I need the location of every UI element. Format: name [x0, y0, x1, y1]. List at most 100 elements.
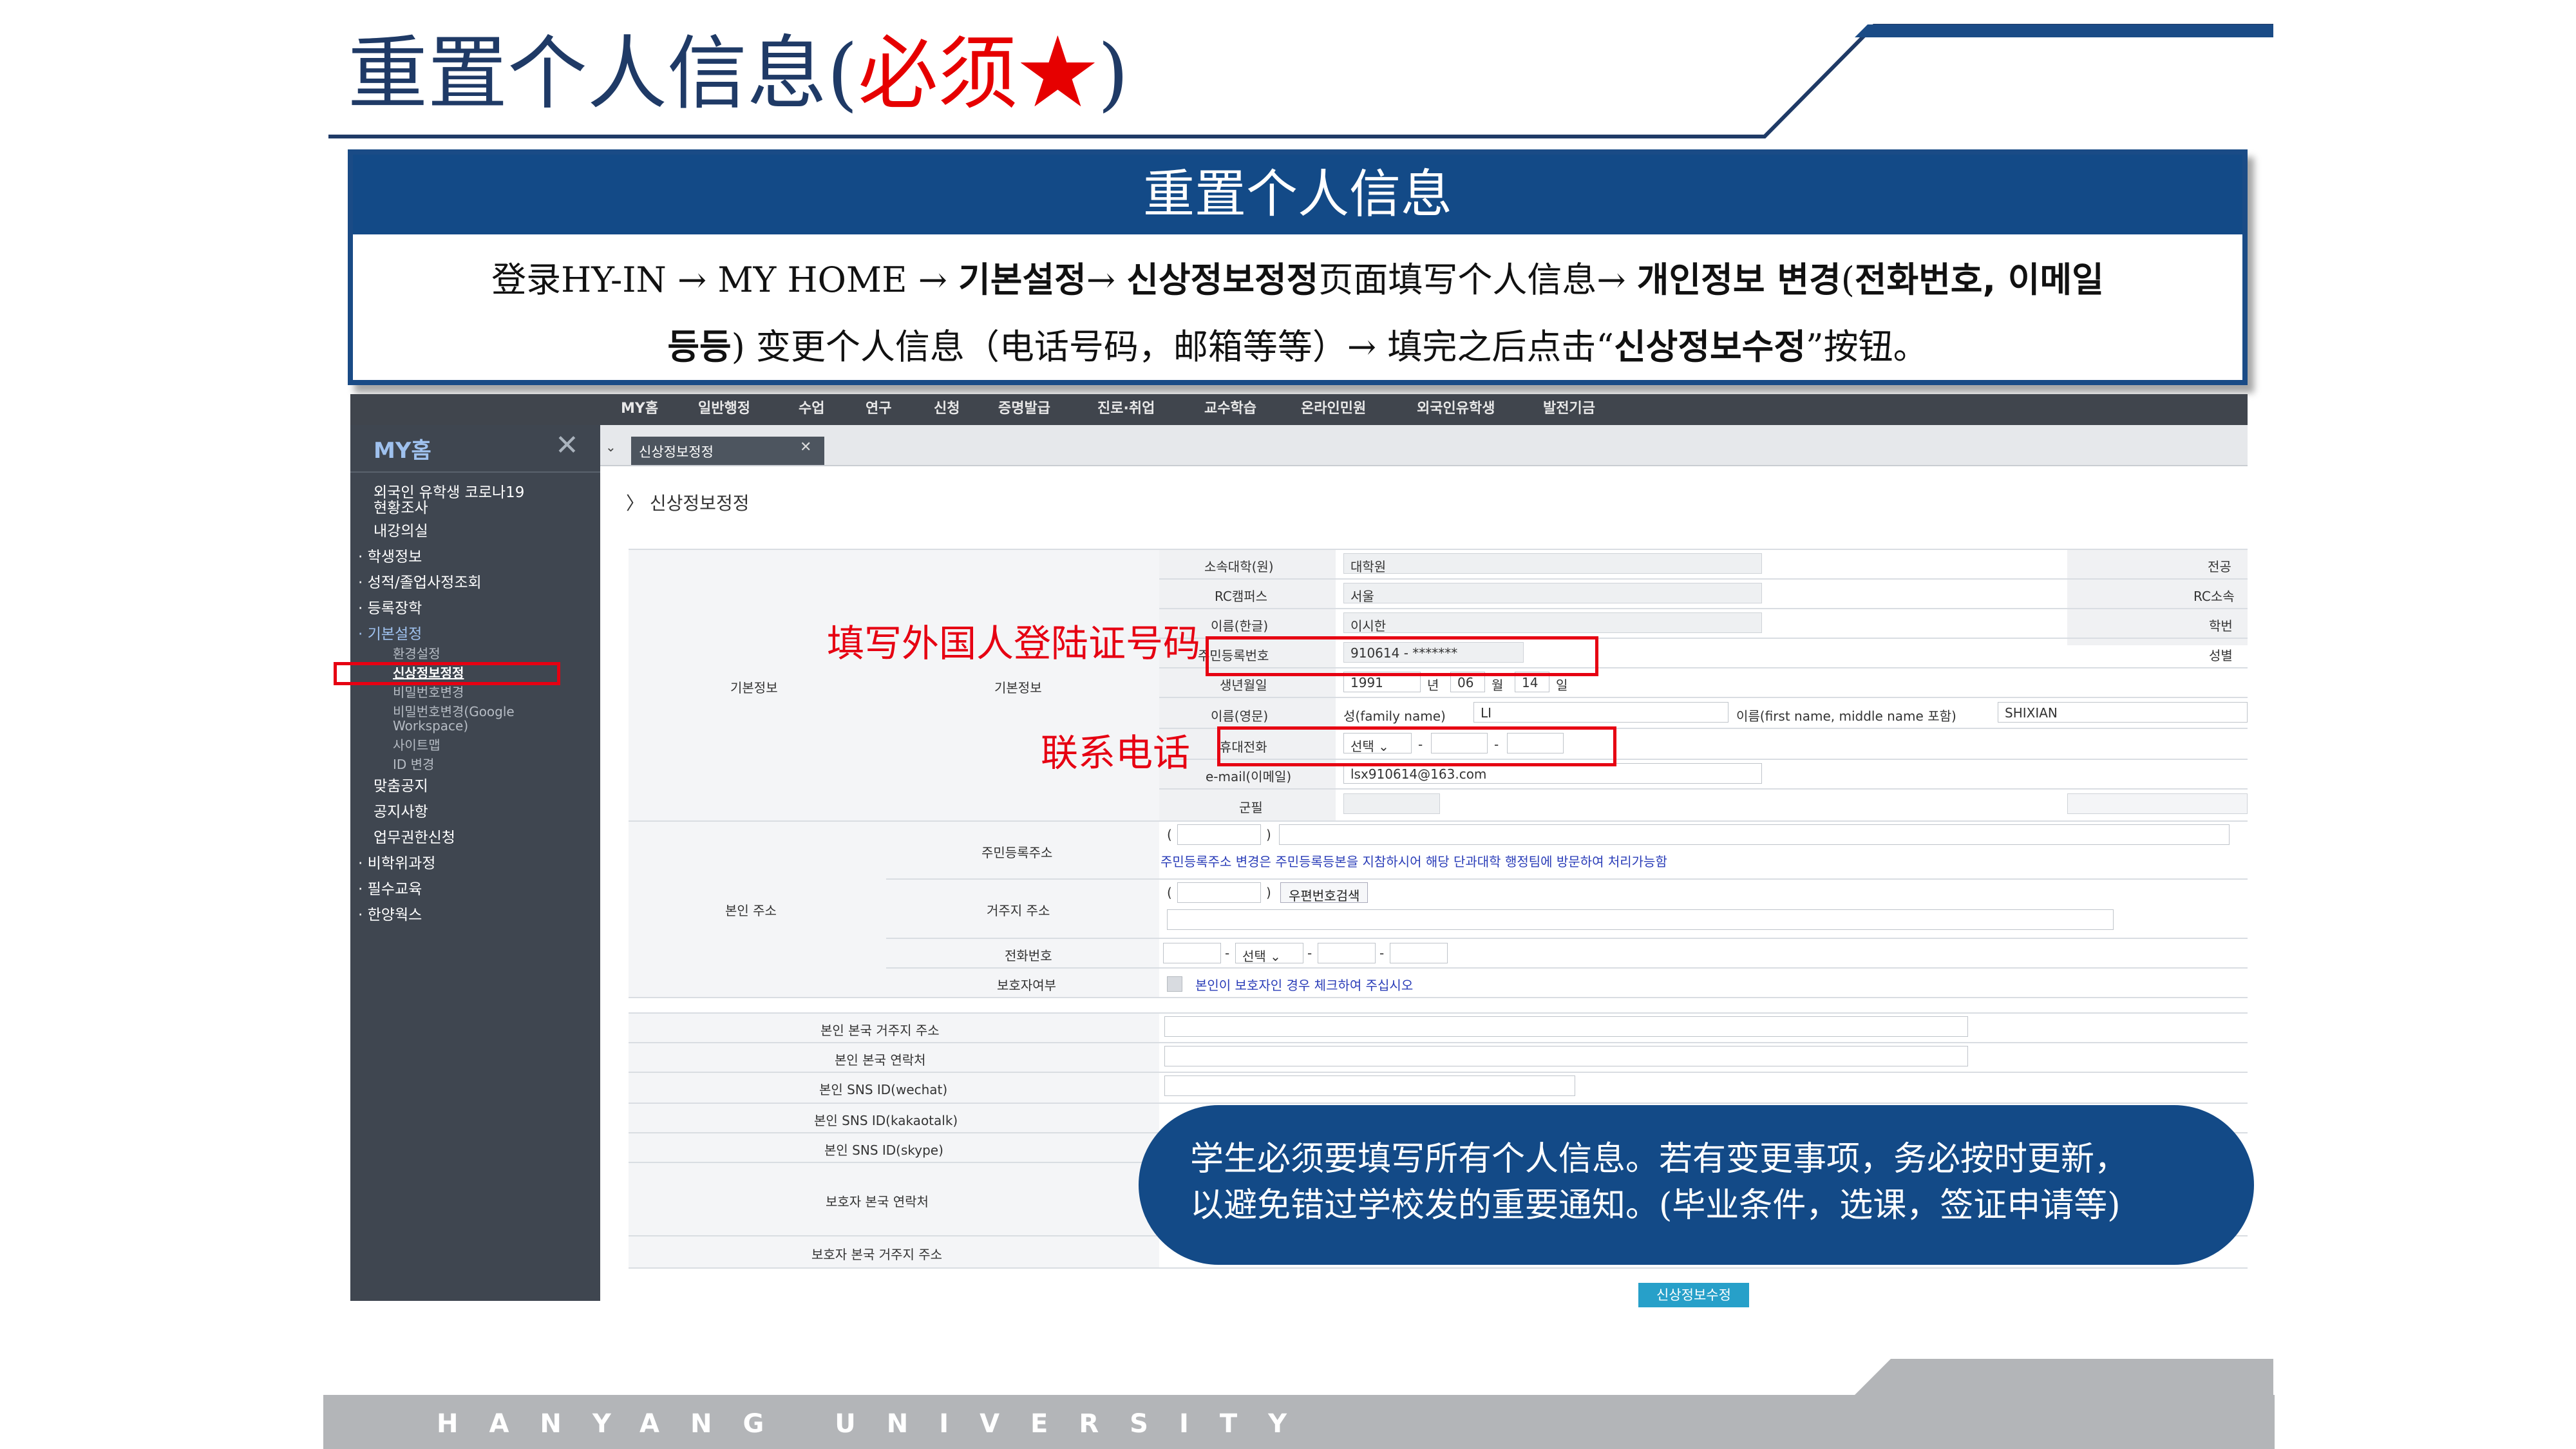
gender-label: 성별: [2209, 648, 2233, 663]
callout-line-1: 学生必须要填写所有个人信息。若有变更事项，务必按时更新，: [1190, 1140, 2128, 1179]
wechat-input[interactable]: [1164, 1075, 1575, 1096]
phone-area-input[interactable]: [1163, 943, 1221, 963]
chevron-down-icon[interactable]: ⌄: [605, 439, 616, 455]
sidebar-item-scholarship[interactable]: · 등록장학: [358, 600, 422, 617]
sidebar-item-student-info[interactable]: · 학생정보: [358, 549, 422, 565]
required-mark: 必须★: [858, 28, 1098, 120]
phone-prefix-select[interactable]: 선택 ⌄: [1235, 943, 1303, 964]
resident-address-input[interactable]: [1279, 824, 2230, 845]
close-icon[interactable]: ✕: [555, 429, 579, 462]
grid-line: [886, 878, 2248, 880]
nav-online-civil[interactable]: 온라인민원: [1301, 397, 1366, 417]
nav-research[interactable]: 연구: [866, 397, 891, 417]
zip-search-button[interactable]: 우편번호검색: [1280, 882, 1368, 904]
page-heading: 〉 신상정보정정: [626, 493, 750, 514]
skype-label: 본인 SNS ID(skype): [824, 1142, 943, 1158]
slide-title: 重置个人信息(必须★): [348, 28, 1129, 120]
nav-application[interactable]: 신청: [934, 397, 960, 417]
nav-general-admin[interactable]: 일반행정: [698, 397, 750, 417]
tab-bar: ⌄ 신상정보정정 ✕: [600, 425, 2248, 466]
given-name-input[interactable]: SHIXIAN: [1998, 702, 2248, 723]
sidebar-item-custom-notice[interactable]: 맞춤공지: [374, 778, 428, 795]
kakaotalk-label: 본인 SNS ID(kakaotalk): [814, 1113, 958, 1128]
affiliation-value: 대학원: [1343, 553, 1762, 574]
korean-name-value: 이시한: [1343, 612, 1762, 633]
tab-label: 신상정보정정: [639, 444, 714, 460]
sidebar-item-my-classroom[interactable]: 내강의실: [374, 523, 428, 540]
sidebar-item-hanyang-works[interactable]: · 한양웍스: [358, 907, 422, 923]
wechat-label: 본인 SNS ID(wechat): [819, 1082, 948, 1097]
sidebar-sub-password-change[interactable]: 비밀번호변경: [393, 685, 464, 699]
group-label-address: 본인 주소: [725, 903, 777, 918]
highlight-sidebar-item: [334, 662, 560, 685]
family-name-label: 성(family name): [1343, 708, 1446, 724]
rc-campus-value: 서울: [1343, 583, 1762, 603]
month-unit: 월: [1492, 677, 1504, 693]
military-value: [1343, 793, 1440, 814]
sidebar-item-notices[interactable]: 공지사항: [374, 804, 428, 820]
military-label: 군필: [1239, 800, 1263, 815]
submit-personal-info-button[interactable]: 신상정보수정: [1638, 1283, 1749, 1307]
paren-close: ): [1266, 885, 1271, 900]
sidebar-item-permission-request[interactable]: 업무권한신청: [374, 829, 455, 846]
sidebar-item-grades[interactable]: · 성적/졸업사정조회: [358, 574, 482, 591]
instruction-line-1: 登录HY-IN → MY HOME → 기본설정→ 신상정보정정页面填写个人信息…: [491, 260, 2104, 300]
footer-bar: HANYANG UNIVERSITY: [323, 1395, 2275, 1449]
sidebar-sub-sitemap[interactable]: 사이트맵: [393, 738, 440, 752]
annotation-alien-registration: 填写外国人登陆证号码: [827, 621, 1201, 665]
sidebar-item-covid-survey[interactable]: 외국인 유학생 코로나19: [374, 484, 524, 501]
annotation-phone: 联系电话: [1041, 731, 1191, 775]
grid-line: [1159, 788, 2248, 790]
sidebar-sub-id-change[interactable]: ID 변경: [393, 757, 434, 772]
sidebar-item-covid-survey-2[interactable]: 현황조사: [374, 500, 428, 516]
day-unit: 일: [1556, 677, 1568, 693]
nav-career[interactable]: 진로·취업: [1097, 397, 1155, 417]
grid-line: [629, 1012, 2248, 1014]
tab-personal-info-edit[interactable]: 신상정보정정 ✕: [631, 437, 824, 465]
living-address-input[interactable]: [1167, 909, 2114, 930]
sidebar-sub-google-password[interactable]: 비밀번호변경(Google: [393, 705, 515, 719]
instruction-line-2: 등등) 变更个人信息（电话号码，邮箱等等）→ 填完之后点击“신상정보수정”按钮。: [667, 327, 1928, 367]
dash: -: [1307, 945, 1312, 961]
nav-certificates[interactable]: 증명발급: [998, 397, 1050, 417]
living-zip-input[interactable]: [1177, 882, 1261, 903]
nav-myhome[interactable]: MY홈: [621, 397, 658, 417]
family-name-input[interactable]: LI: [1473, 702, 1728, 723]
year-unit: 년: [1427, 677, 1439, 693]
rc-affiliation-label: RC소속: [2193, 589, 2235, 604]
top-navigation: MY홈 일반행정 수업 연구 신청 증명발급 진로·취업 교수학습 온라인민원 …: [350, 394, 2248, 425]
guardian-checkbox[interactable]: [1167, 976, 1182, 992]
phone-middle-input[interactable]: [1318, 943, 1376, 963]
grid-line: [1159, 697, 2248, 698]
callout-line-2: 以避免错过学校发的重要通知。(毕业条件，选课，签证申请等): [1190, 1186, 2121, 1225]
birth-label: 생년월일: [1220, 677, 1267, 693]
sidebar-item-required-edu[interactable]: · 필수교육: [358, 881, 422, 898]
phone-last-input[interactable]: [1390, 943, 1448, 963]
sidebar-header: MY홈 ✕: [350, 425, 600, 473]
nav-intl-students[interactable]: 외국인유학생: [1417, 397, 1495, 417]
korean-name-label: 이름(한글): [1211, 618, 1269, 634]
close-icon[interactable]: ✕: [800, 439, 811, 455]
home-address-input[interactable]: [1164, 1016, 1968, 1037]
sidebar-title: MY홈: [374, 438, 431, 464]
home-contact-input[interactable]: [1164, 1046, 1968, 1066]
student-id-label: 학번: [2209, 618, 2233, 634]
home-contact-label: 본인 본국 연락처: [835, 1052, 926, 1068]
affiliation-label: 소속대학(원): [1204, 559, 1274, 574]
dash: -: [1379, 945, 1385, 961]
resident-address-label: 주민등록주소: [981, 845, 1053, 860]
sidebar-item-basic-settings[interactable]: · 기본설정: [358, 626, 422, 643]
sidebar-item-non-degree[interactable]: · 비학위과정: [358, 855, 435, 872]
group-label-basic: 기본정보: [730, 680, 778, 696]
dash: -: [1225, 945, 1230, 961]
sidebar-sub-preferences[interactable]: 환경설정: [393, 647, 440, 661]
guardian-address-label: 보호자 본국 거주지 주소: [811, 1247, 943, 1262]
nav-teaching[interactable]: 교수학습: [1204, 397, 1256, 417]
guardian-contact-label: 보호자 본국 연락처: [826, 1194, 929, 1209]
nav-classes[interactable]: 수업: [799, 397, 824, 417]
grid-line: [1159, 608, 2248, 609]
notice-callout: 学生必须要填写所有个人信息。若有变更事项，务必按时更新， 以避免错过学校发的重要…: [1139, 1105, 2254, 1265]
nav-development-fund[interactable]: 발전기금: [1543, 397, 1595, 417]
resident-zip-input[interactable]: [1177, 824, 1261, 845]
sidebar-sub-google-password-2[interactable]: Workspace): [393, 719, 468, 733]
